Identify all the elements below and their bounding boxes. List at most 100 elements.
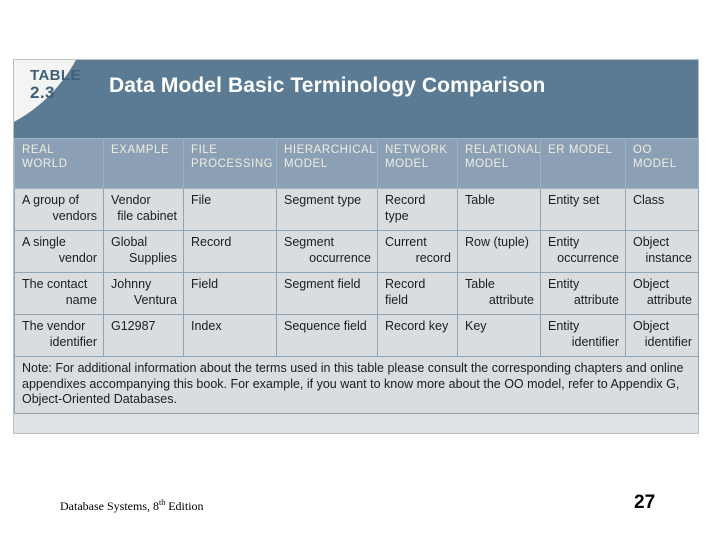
cell-line1: Entity set: [548, 193, 600, 207]
column-header-network-model: NETWORK MODEL: [377, 138, 458, 189]
cell-line1: Key: [465, 319, 487, 333]
cell-er-model: Entity attribute: [540, 272, 626, 315]
table-label: TABLE 2.3: [30, 68, 81, 102]
footer-book-title: Database Systems, 8th Edition: [60, 498, 204, 514]
table-label-number: 2.3: [30, 83, 55, 103]
cell-line2: vendor: [58, 250, 97, 265]
cell-relational-model: Table: [457, 188, 541, 231]
footer-title-main: Database Systems, 8: [60, 499, 159, 513]
cell-line1: Object: [633, 319, 670, 333]
column-header-line1: FILE: [191, 144, 218, 156]
cell-line1: A group of: [22, 193, 79, 207]
cell-er-model: Entity set: [540, 188, 626, 231]
cell-line2: instance: [645, 250, 692, 265]
column-header-oo-model: OO MODEL: [625, 138, 699, 189]
column-header-line2: MODEL: [385, 158, 429, 171]
column-header-line1: RELATIONAL: [465, 144, 542, 156]
cell-line1: A single: [22, 235, 66, 249]
column-header-line1: EXAMPLE: [111, 144, 170, 156]
cell-line1: Record: [191, 235, 232, 249]
table-figure: TABLE 2.3 Data Model Basic Terminology C…: [14, 60, 699, 433]
cell-line2: identifier: [571, 334, 619, 349]
cell-real-world: The contact name: [14, 272, 104, 315]
cell-line1: Table: [465, 193, 495, 207]
cell-example: Vendor file cabinet: [103, 188, 184, 231]
cell-network-model: Current record: [377, 230, 458, 273]
cell-hierarchical-model: Sequence field: [276, 314, 378, 357]
cell-line1: Sequence field: [284, 319, 367, 333]
table-header-row: REAL WORLD EXAMPLE FILE PROCESSING HIERA…: [14, 138, 699, 189]
cell-file-processing: Index: [183, 314, 277, 357]
cell-line2: vendors: [52, 208, 97, 223]
cell-line2: record: [415, 250, 451, 265]
cell-line1: Global: [111, 235, 148, 249]
column-header-line2: MODEL: [633, 158, 677, 171]
cell-line2: identifier: [49, 334, 97, 349]
table-row: The contact name Johnny Ventura Field Segm…: [14, 272, 699, 315]
cell-line1: Object: [633, 235, 670, 249]
cell-hierarchical-model: Segment occurrence: [276, 230, 378, 273]
column-header-line2: PROCESSING: [191, 158, 274, 171]
cell-line1: Record type: [385, 193, 426, 223]
cell-line2: name: [65, 292, 97, 307]
column-header-line2: MODEL: [284, 158, 328, 171]
cell-line1: Record field: [385, 277, 426, 307]
column-header-er-model: ER MODEL: [540, 138, 626, 189]
cell-line2: attribute: [646, 292, 692, 307]
cell-line1: Index: [191, 319, 222, 333]
column-header-line1: NETWORK: [385, 144, 448, 156]
cell-line2: occurrence: [557, 250, 619, 265]
column-header-line1: ER MODEL: [548, 144, 613, 156]
cell-example: Global Supplies: [103, 230, 184, 273]
cell-line1: Row (tuple): [465, 235, 529, 249]
cell-line1: Entity: [548, 277, 580, 291]
column-header-example: EXAMPLE: [103, 138, 184, 189]
table-banner: TABLE 2.3 Data Model Basic Terminology C…: [14, 60, 698, 138]
table-row: A single vendor Global Supplies Record Seg…: [14, 230, 699, 273]
cell-real-world: A group of vendors: [14, 188, 104, 231]
cell-oo-model: Class: [625, 188, 699, 231]
column-header-hierarchical-model: HIERARCHICAL MODEL: [276, 138, 378, 189]
cell-network-model: Record type: [377, 188, 458, 231]
column-header-line2: MODEL: [465, 158, 509, 171]
cell-example: Johnny Ventura: [103, 272, 184, 315]
cell-oo-model: Object attribute: [625, 272, 699, 315]
cell-line1: Field: [191, 277, 219, 291]
cell-example: G12987: [103, 314, 184, 357]
table-title: Data Model Basic Terminology Comparison: [109, 74, 546, 97]
cell-line1: Entity: [548, 319, 580, 333]
cell-line1: G12987: [111, 319, 156, 333]
cell-real-world: The vendor identifier: [14, 314, 104, 357]
table-label-word: TABLE: [30, 67, 81, 84]
column-header-line2: WORLD: [22, 158, 68, 171]
cell-file-processing: Record: [183, 230, 277, 273]
table-row: The vendor identifier G12987 Index Sequen…: [14, 314, 699, 357]
cell-line2: Supplies: [129, 250, 177, 265]
cell-line1: Object: [633, 277, 670, 291]
cell-hierarchical-model: Segment field: [276, 272, 378, 315]
cell-relational-model: Row (tuple): [457, 230, 541, 273]
cell-line2: attribute: [573, 292, 619, 307]
cell-line1: Segment type: [284, 193, 362, 207]
cell-er-model: Entity identifier: [540, 314, 626, 357]
cell-line1: Table: [465, 277, 495, 291]
footer-title-tail: Edition: [165, 499, 204, 513]
cell-line1: The vendor: [22, 319, 86, 333]
cell-line1: Segment: [284, 235, 335, 249]
cell-line1: Segment field: [284, 277, 361, 291]
cell-line2: identifier: [644, 334, 692, 349]
cell-network-model: Record field: [377, 272, 458, 315]
page-number: 27: [634, 492, 656, 513]
column-header-line1: HIERARCHICAL: [284, 144, 377, 156]
cell-line1: Record key: [385, 319, 449, 333]
cell-oo-model: Object instance: [625, 230, 699, 273]
cell-relational-model: Table attribute: [457, 272, 541, 315]
cell-relational-model: Key: [457, 314, 541, 357]
cell-file-processing: File: [183, 188, 277, 231]
slide-canvas: TABLE 2.3 Data Model Basic Terminology C…: [0, 0, 720, 540]
cell-line2: file cabinet: [117, 208, 177, 223]
table-row: A group of vendors Vendor file cabinet Fil…: [14, 188, 699, 231]
cell-er-model: Entity occurrence: [540, 230, 626, 273]
cell-hierarchical-model: Segment type: [276, 188, 378, 231]
cell-line1: Entity: [548, 235, 580, 249]
